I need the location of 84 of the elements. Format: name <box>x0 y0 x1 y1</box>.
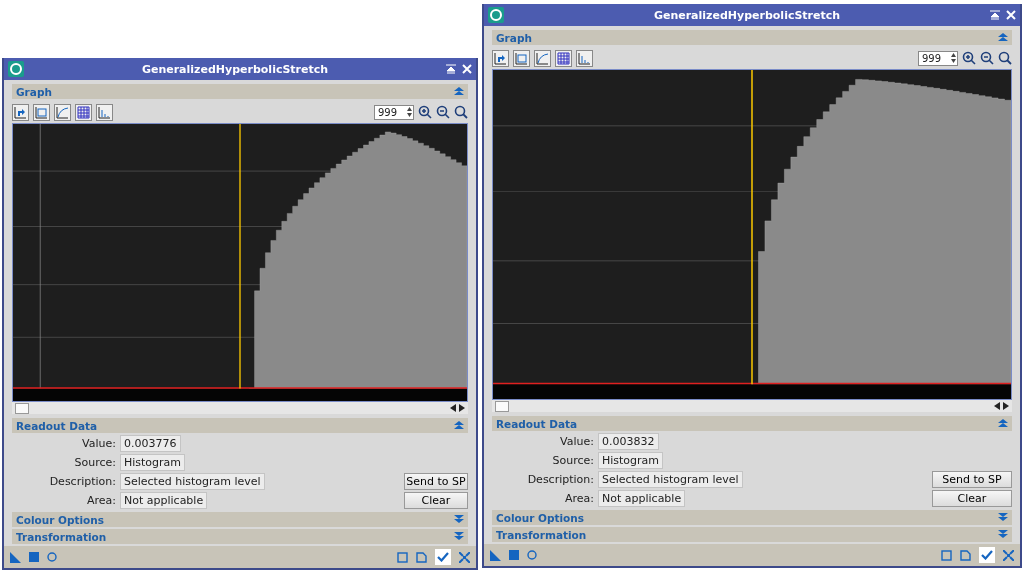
reset-icon[interactable] <box>459 551 470 563</box>
curve-icon[interactable] <box>54 103 71 121</box>
window-title: GeneralizedHyperbolicStretch <box>652 8 842 22</box>
field-label: Description: <box>48 475 116 488</box>
readout-value: 0.003832 <box>598 433 659 450</box>
expand-icon[interactable] <box>454 532 464 541</box>
window-title: GeneralizedHyperbolicStretch <box>140 62 330 76</box>
log-graph-icon[interactable] <box>33 103 50 121</box>
scrollbar-thumb[interactable] <box>495 400 509 412</box>
clear-button[interactable]: Clear <box>932 490 1012 507</box>
triangle-icon[interactable] <box>490 549 501 561</box>
expand-icon[interactable] <box>998 530 1008 539</box>
scroll-left-icon[interactable] <box>994 402 1000 410</box>
reset-graph-icon[interactable] <box>492 49 509 67</box>
histogram-drawing[interactable] <box>493 70 1011 399</box>
expand-icon[interactable] <box>454 515 464 524</box>
field-label: Source: <box>551 454 594 467</box>
scroll-right-icon[interactable] <box>1003 402 1009 410</box>
histogram-drawing[interactable] <box>13 124 467 401</box>
readout-value: Not applicable <box>598 490 686 507</box>
document-icon[interactable] <box>960 549 971 561</box>
document-icon[interactable] <box>416 551 427 563</box>
spin-arrows-icon[interactable] <box>950 52 957 64</box>
zoom-spinbox[interactable]: 999 <box>918 50 958 66</box>
readout-value: Selected histogram level <box>598 471 743 488</box>
send-to-sp-button[interactable]: Send to SP <box>932 471 1012 488</box>
scroll-left-icon[interactable] <box>450 404 456 412</box>
readout-value: Selected histogram level <box>120 473 265 490</box>
app-logo-icon <box>488 7 504 23</box>
app-logo-icon <box>8 61 24 77</box>
readout-value: Histogram <box>598 452 664 469</box>
section-header[interactable]: Graph <box>492 30 1012 45</box>
readout-value: Not applicable <box>120 492 208 509</box>
zoom-fit-icon[interactable] <box>998 51 1012 65</box>
field-label: Source: <box>73 456 116 469</box>
expand-icon[interactable] <box>998 513 1008 522</box>
new-instance-icon[interactable] <box>397 551 408 563</box>
log-graph-icon[interactable] <box>513 49 530 67</box>
histogram-icon[interactable] <box>576 49 593 67</box>
field-label: Value: <box>81 437 116 450</box>
collapse-icon[interactable] <box>998 33 1008 42</box>
spin-arrows-icon[interactable] <box>406 106 413 118</box>
reset-graph-icon[interactable] <box>12 103 29 121</box>
close-icon[interactable] <box>1006 10 1016 20</box>
field-label: Area: <box>85 494 116 507</box>
section-header[interactable]: Colour Options <box>12 512 468 527</box>
scroll-right-icon[interactable] <box>459 404 465 412</box>
zoom-out-icon[interactable] <box>980 51 994 65</box>
section-header[interactable]: Transformation <box>12 529 468 544</box>
send-to-sp-button[interactable]: Send to SP <box>404 473 468 490</box>
shade-icon[interactable] <box>990 10 1000 20</box>
collapse-icon[interactable] <box>998 419 1008 428</box>
histogram-icon[interactable] <box>96 103 113 121</box>
collapse-icon[interactable] <box>454 87 464 96</box>
section-header[interactable]: Graph <box>12 84 468 99</box>
zoom-spinbox[interactable]: 999 <box>374 104 414 120</box>
section-header[interactable]: Colour Options <box>492 510 1012 525</box>
zoom-out-icon[interactable] <box>436 105 450 119</box>
circle-icon[interactable] <box>47 552 57 562</box>
readout-value: Histogram <box>120 454 186 471</box>
new-instance-icon[interactable] <box>941 549 952 561</box>
section-header[interactable]: Transformation <box>492 527 1012 542</box>
shade-icon[interactable] <box>446 64 456 74</box>
section-header[interactable]: Readout Data <box>12 418 468 433</box>
zoom-in-icon[interactable] <box>962 51 976 65</box>
apply-button[interactable] <box>979 547 995 563</box>
close-icon[interactable] <box>462 64 472 74</box>
field-label: Value: <box>559 435 594 448</box>
curve-icon[interactable] <box>534 49 551 67</box>
reset-icon[interactable] <box>1003 549 1014 561</box>
zoom-fit-icon[interactable] <box>454 105 468 119</box>
triangle-icon[interactable] <box>10 551 21 563</box>
apply-button[interactable] <box>435 549 451 565</box>
circle-icon[interactable] <box>527 550 537 560</box>
field-label: Description: <box>526 473 594 486</box>
clear-button[interactable]: Clear <box>404 492 468 509</box>
readout-value: 0.003776 <box>120 435 181 452</box>
collapse-icon[interactable] <box>454 421 464 430</box>
field-label: Area: <box>563 492 594 505</box>
grid-icon[interactable] <box>555 49 572 67</box>
grid-icon[interactable] <box>75 103 92 121</box>
scrollbar-thumb[interactable] <box>15 402 29 414</box>
section-header[interactable]: Readout Data <box>492 416 1012 431</box>
zoom-in-icon[interactable] <box>418 105 432 119</box>
